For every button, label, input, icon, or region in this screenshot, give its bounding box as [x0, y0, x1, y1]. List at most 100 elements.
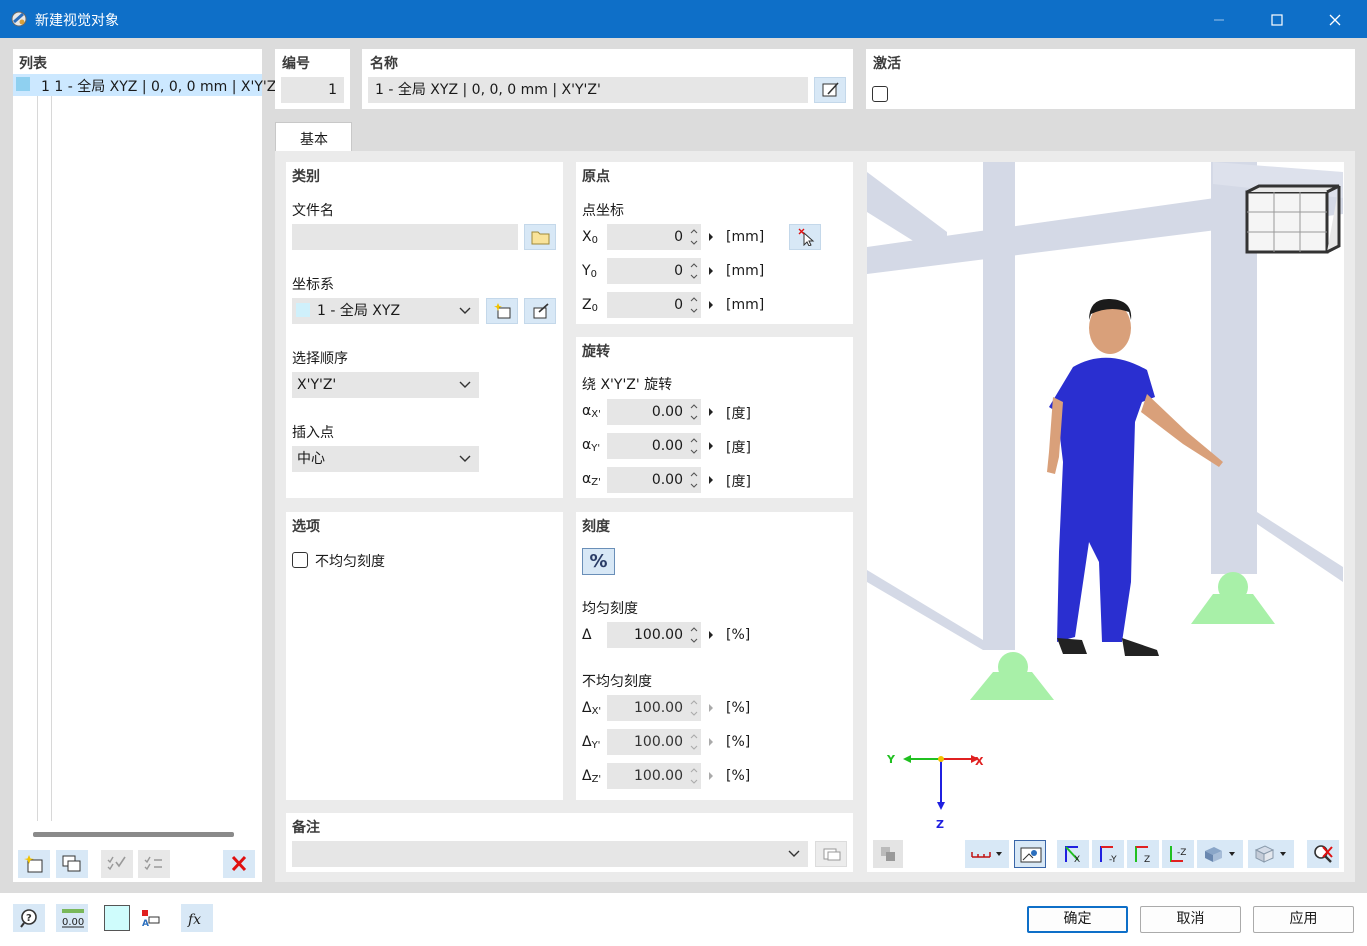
display-options-button[interactable]	[1248, 840, 1294, 868]
insert-point-select[interactable]: 中心	[292, 446, 479, 472]
origin-z-spinner[interactable]: 0	[607, 292, 721, 318]
isometric-view-button[interactable]	[1197, 840, 1243, 868]
maximize-button[interactable]	[1254, 0, 1300, 38]
rotation-x-value[interactable]: 0.00	[607, 399, 687, 425]
spin-arrows-icon[interactable]	[687, 729, 701, 755]
close-button[interactable]	[1312, 0, 1358, 38]
tab-basic[interactable]: 基本	[275, 122, 352, 152]
origin-z-value[interactable]: 0	[607, 292, 687, 318]
notes-library-button[interactable]	[815, 841, 847, 867]
view-x-button[interactable]: X	[1057, 840, 1089, 868]
scale-y-value[interactable]: 100.00	[607, 729, 687, 755]
copy-item-button[interactable]	[56, 850, 88, 878]
check-items-button[interactable]	[101, 850, 133, 878]
uniform-scale-value[interactable]: 100.00	[607, 622, 687, 648]
units-button[interactable]: 0.00	[56, 904, 88, 932]
rotation-y-spinner[interactable]: 0.00	[607, 433, 721, 459]
rotation-y-value[interactable]: 0.00	[607, 433, 687, 459]
cancel-button[interactable]: 取消	[1140, 906, 1241, 933]
origin-y-value[interactable]: 0	[607, 258, 687, 284]
dimension-display-button[interactable]	[965, 840, 1009, 868]
scale-x-value[interactable]: 100.00	[607, 695, 687, 721]
scale-z-spinner[interactable]: 100.00	[607, 763, 721, 789]
origin-x-value[interactable]: 0	[607, 224, 687, 250]
spin-right-arrow-icon[interactable]	[701, 258, 721, 284]
new-coord-system-button[interactable]	[486, 298, 518, 324]
spin-right-arrow-icon[interactable]	[701, 399, 721, 425]
color-swatch-button[interactable]	[104, 905, 130, 931]
edit-name-button[interactable]	[814, 77, 846, 103]
scale-y-spinner[interactable]: 100.00	[607, 729, 721, 755]
spin-right-arrow-icon[interactable]	[701, 763, 721, 789]
list-hscrollbar[interactable]	[33, 832, 234, 837]
list-item[interactable]: 1 1 - 全局 XYZ | 0, 0, 0 mm | X'Y'Z'	[13, 74, 280, 96]
rotation-z-spinner[interactable]: 0.00	[607, 467, 721, 493]
nonuniform-scale-checkbox[interactable]	[292, 552, 308, 568]
name-field[interactable]: 1 - 全局 XYZ | 0, 0, 0 mm | X'Y'Z'	[368, 77, 808, 103]
spin-arrows-icon[interactable]	[687, 467, 701, 493]
text-properties-button[interactable]: A	[134, 904, 166, 932]
preview-canvas[interactable]: X Y Z	[867, 162, 1344, 872]
list-tree-line	[37, 96, 38, 821]
person-model-icon	[1047, 298, 1223, 656]
spin-arrows-icon[interactable]	[687, 399, 701, 425]
spin-right-arrow-icon[interactable]	[701, 695, 721, 721]
view-minus-z-button[interactable]: -Z	[1162, 840, 1194, 868]
scale-z-value[interactable]: 100.00	[607, 763, 687, 789]
view-cube-icon[interactable]	[1245, 184, 1341, 254]
ok-button[interactable]: 确定	[1027, 906, 1128, 933]
spin-right-arrow-icon[interactable]	[701, 224, 721, 250]
point-coords-label: 点坐标	[582, 203, 624, 219]
minimize-icon	[1214, 19, 1224, 20]
renumber-button[interactable]	[138, 850, 170, 878]
selection-order-label: 选择顺序	[292, 351, 348, 367]
view-y-icon: -Y	[1100, 846, 1117, 864]
coord-system-select[interactable]: 1 - 全局 XYZ	[292, 298, 479, 324]
spin-arrows-icon[interactable]	[687, 258, 701, 284]
spin-right-arrow-icon[interactable]	[701, 729, 721, 755]
spin-arrows-icon[interactable]	[687, 763, 701, 789]
minimize-button[interactable]	[1196, 0, 1242, 38]
rotation-x-spinner[interactable]: 0.00	[607, 399, 721, 425]
pick-point-button[interactable]	[789, 224, 821, 250]
percent-toggle-button[interactable]: %	[582, 548, 615, 575]
spin-right-arrow-icon[interactable]	[701, 467, 721, 493]
spin-arrows-icon[interactable]	[687, 433, 701, 459]
origin-y-unit: [mm]	[726, 263, 765, 279]
origin-x-spinner[interactable]: 0	[607, 224, 721, 250]
number-field[interactable]: 1	[281, 77, 344, 103]
formula-button[interactable]: fx	[181, 904, 213, 932]
scale-x-spinner[interactable]: 100.00	[607, 695, 721, 721]
show-model-button[interactable]	[1014, 840, 1046, 868]
apply-button[interactable]: 应用	[1253, 906, 1354, 933]
rotation-z-axis-label: αZ'	[582, 471, 601, 488]
file-name-field[interactable]	[292, 224, 518, 250]
delete-item-button[interactable]	[223, 850, 255, 878]
notes-title: 备注	[292, 820, 320, 836]
nonuniform-scale-label[interactable]: 不均匀刻度	[315, 551, 385, 571]
selection-order-select[interactable]: X'Y'Z'	[292, 372, 479, 398]
list-tree-line	[51, 96, 52, 821]
origin-y-spinner[interactable]: 0	[607, 258, 721, 284]
view-x-icon: X	[1065, 846, 1080, 864]
active-checkbox[interactable]	[872, 86, 888, 102]
spin-arrows-icon[interactable]	[687, 292, 701, 318]
uniform-scale-spinner[interactable]: 100.00	[607, 622, 721, 648]
new-item-button[interactable]	[18, 850, 50, 878]
spin-right-arrow-icon[interactable]	[701, 433, 721, 459]
help-button[interactable]: ?	[13, 904, 45, 932]
view-z-button[interactable]: Z	[1127, 840, 1159, 868]
category-title: 类别	[292, 169, 320, 185]
view-y-button[interactable]: -Y	[1092, 840, 1124, 868]
reset-view-button[interactable]	[1307, 840, 1339, 868]
spin-arrows-icon[interactable]	[687, 622, 701, 648]
browse-file-button[interactable]	[524, 224, 556, 250]
edit-coord-system-button[interactable]	[524, 298, 556, 324]
spin-right-arrow-icon[interactable]	[701, 622, 721, 648]
spin-arrows-icon[interactable]	[687, 695, 701, 721]
spin-arrows-icon[interactable]	[687, 224, 701, 250]
rotation-z-value[interactable]: 0.00	[607, 467, 687, 493]
spin-right-arrow-icon[interactable]	[701, 292, 721, 318]
notes-input[interactable]	[292, 841, 808, 867]
preview-render-button[interactable]	[873, 840, 903, 868]
